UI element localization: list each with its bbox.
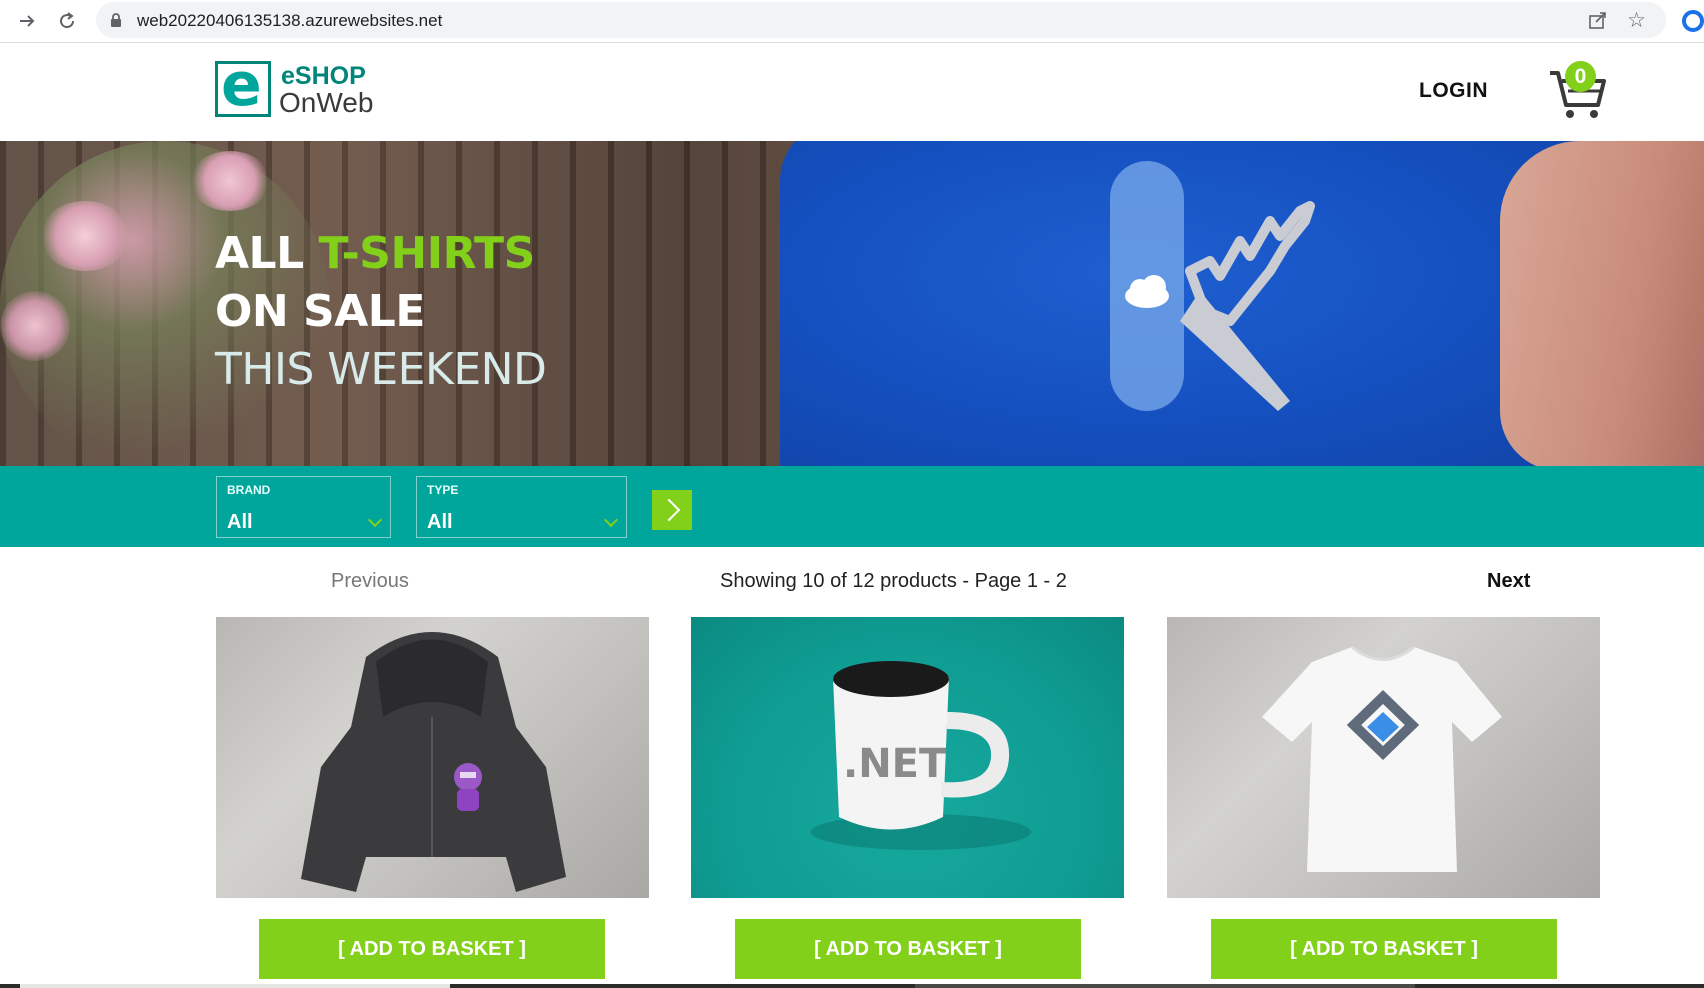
bottom-scroll-strip: [0, 984, 1704, 988]
lock-icon[interactable]: [110, 13, 122, 33]
cart-count-badge[interactable]: 0: [1565, 61, 1596, 92]
share-icon[interactable]: [1588, 10, 1608, 35]
chevron-down-icon[interactable]: [603, 512, 619, 528]
hero-line3: THIS WEEKEND: [215, 344, 547, 395]
brand-filter-label: BRAND: [227, 483, 271, 497]
forward-arrow-icon[interactable]: [12, 6, 42, 36]
site-header: e eSHOP OnWeb LOGIN 0: [0, 43, 1704, 141]
add-to-basket-button[interactable]: [ ADD TO BASKET ]: [1211, 919, 1557, 979]
address-bar[interactable]: web20220406135138.azurewebsites.net ☆: [96, 2, 1666, 38]
flower-cluster: [0, 291, 70, 361]
logo-line1: eSHOP: [281, 62, 366, 90]
extension-icon[interactable]: [1682, 10, 1704, 32]
login-link[interactable]: LOGIN: [1419, 79, 1488, 103]
product-image-net-mug[interactable]: .NET: [691, 617, 1124, 898]
filter-bar: BRAND All TYPE All: [0, 466, 1704, 547]
product-image-hoodie[interactable]: [216, 617, 649, 898]
mug-net-text: .NET: [843, 741, 947, 787]
browser-toolbar: web20220406135138.azurewebsites.net ☆: [0, 0, 1704, 43]
flower-cluster: [40, 201, 130, 271]
url-text[interactable]: web20220406135138.azurewebsites.net: [137, 11, 442, 31]
logo-letter: e: [221, 50, 262, 120]
bookmark-star-icon[interactable]: ☆: [1627, 8, 1646, 33]
chevron-down-icon[interactable]: [367, 512, 383, 528]
brand-filter-value[interactable]: All: [227, 511, 253, 534]
add-to-basket-button[interactable]: [ ADD TO BASKET ]: [259, 919, 605, 979]
hero-title: ALL T-SHIRTS ON SALE THIS WEEKEND: [215, 225, 547, 399]
type-filter-value[interactable]: All: [427, 511, 453, 534]
hero-banner[interactable]: ALL T-SHIRTS ON SALE THIS WEEKEND: [0, 141, 1704, 466]
flower-cluster: [190, 151, 270, 211]
chevron-right-icon: [657, 498, 681, 522]
next-page-link[interactable]: Next: [1487, 570, 1530, 593]
knife-graphic: [1110, 161, 1315, 411]
add-to-basket-button[interactable]: [ ADD TO BASKET ]: [735, 919, 1081, 979]
logo-line2: OnWeb: [279, 87, 374, 118]
pagination-info: Showing 10 of 12 products - Page 1 - 2: [720, 570, 1067, 592]
hero-line1-white: ALL: [215, 228, 319, 279]
brand-filter-select[interactable]: BRAND All: [216, 476, 391, 538]
previous-page-link[interactable]: Previous: [331, 570, 409, 593]
apply-filter-button[interactable]: [652, 490, 692, 530]
hero-line1-green: T-SHIRTS: [318, 228, 535, 279]
arm-image: [1500, 141, 1704, 466]
hero-line2: ON SALE: [215, 286, 425, 337]
type-filter-label: TYPE: [427, 483, 459, 497]
type-filter-select[interactable]: TYPE All: [416, 476, 627, 538]
eshop-logo[interactable]: e eSHOP OnWeb: [215, 55, 390, 119]
reload-icon[interactable]: [52, 6, 82, 36]
product-image-white-tshirt[interactable]: [1167, 617, 1600, 898]
